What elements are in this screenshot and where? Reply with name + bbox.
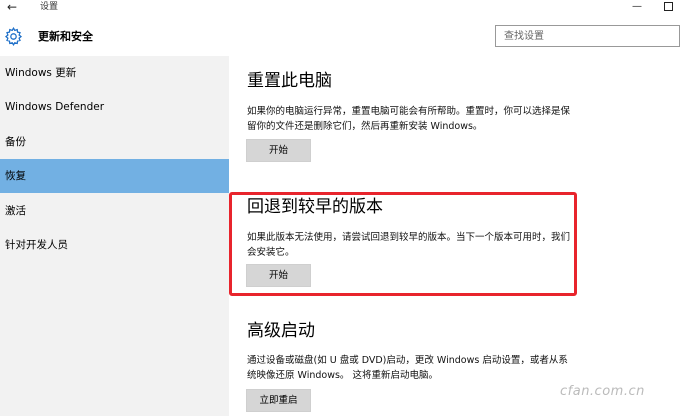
sidebar-item-backup[interactable]: 备份 (0, 125, 229, 159)
search-box[interactable] (495, 25, 680, 47)
reset-start-button[interactable]: 开始 (246, 139, 311, 162)
page-header: 更新和安全 (0, 16, 685, 56)
restart-now-button[interactable]: 立即重启 (246, 389, 311, 412)
section-title-advanced-startup: 高级启动 (247, 321, 315, 341)
main-content: 重置此电脑 如果你的电脑运行异常，重置电脑可能会有所帮助。重置时，你可以选择是保… (229, 56, 685, 416)
minimize-icon[interactable]: — (632, 1, 642, 13)
sidebar-item-for-developers[interactable]: 针对开发人员 (0, 228, 229, 262)
search-input[interactable] (496, 26, 679, 46)
back-arrow-icon[interactable]: ← (7, 0, 17, 14)
sidebar-item-recovery[interactable]: 恢复 (0, 159, 229, 193)
gear-icon (4, 27, 23, 46)
section-desc-advanced-startup: 通过设备或磁盘(如 U 盘或 DVD)启动，更改 Windows 启动设置，或者… (247, 355, 568, 381)
sidebar-item-activation[interactable]: 激活 (0, 194, 229, 228)
sidebar: Windows 更新 Windows Defender 备份 恢复 激活 针对开… (0, 56, 229, 416)
go-back-start-button[interactable]: 开始 (246, 264, 311, 287)
page-title: 更新和安全 (38, 30, 93, 43)
watermark: cfan.com.cn (560, 384, 645, 399)
section-title-go-back: 回退到较早的版本 (247, 197, 383, 217)
section-desc-go-back: 如果此版本无法使用，请尝试回退到较早的版本。当下一个版本可用时，我们会安装它。 (247, 232, 571, 258)
section-title-reset: 重置此电脑 (247, 71, 332, 91)
title-bar: ← 设置 — (0, 0, 685, 16)
window-title: 设置 (40, 2, 59, 12)
maximize-icon[interactable] (664, 2, 673, 11)
sidebar-item-windows-defender[interactable]: Windows Defender (0, 90, 229, 124)
section-desc-reset: 如果你的电脑运行异常，重置电脑可能会有所帮助。重置时，你可以选择是保留你的文件还… (247, 106, 571, 132)
sidebar-item-windows-update[interactable]: Windows 更新 (0, 56, 229, 90)
